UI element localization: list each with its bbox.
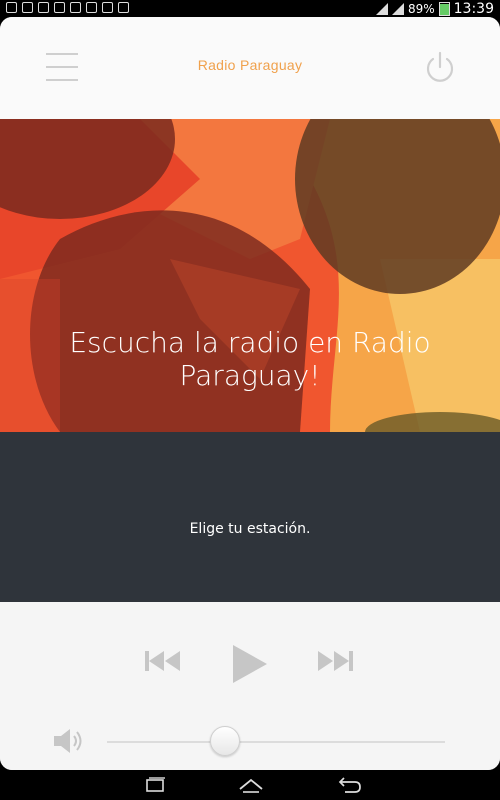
home-icon[interactable] <box>236 776 266 794</box>
battery-icon <box>438 1 450 16</box>
status-bar: 89% 13:39 <box>0 0 500 17</box>
back-icon[interactable] <box>333 776 363 794</box>
volume-slider-thumb[interactable] <box>210 726 241 756</box>
recent-apps-icon[interactable] <box>140 776 170 794</box>
youtube-icon <box>102 2 113 13</box>
usb-icon <box>22 2 33 13</box>
sd-card-icon <box>54 2 65 13</box>
battery-percent: 89% <box>407 1 435 16</box>
play-icon[interactable] <box>230 644 270 684</box>
usb-icon <box>6 2 17 13</box>
cell-signal-icon <box>391 2 404 15</box>
power-icon[interactable] <box>422 50 458 86</box>
volume-slider-track[interactable] <box>107 741 445 743</box>
notification-icons <box>6 2 129 13</box>
app-window: Radio Paraguay Escucha la radio en Radio… <box>0 17 500 770</box>
hero-headline: Escucha la radio en Radio Paraguay! <box>69 326 431 392</box>
skip-previous-icon[interactable] <box>144 650 182 672</box>
station-panel[interactable]: Elige tu estación. <box>0 432 500 602</box>
wifi-icon <box>38 2 49 13</box>
system-nav-bar <box>0 770 500 800</box>
bag-icon <box>118 2 129 13</box>
wifi-signal-icon <box>375 2 388 15</box>
speaker-icon[interactable] <box>52 727 86 755</box>
image-icon <box>86 2 97 13</box>
clock: 13:39 <box>453 0 494 17</box>
skip-next-icon[interactable] <box>316 650 354 672</box>
brush-icon <box>70 2 81 13</box>
player-controls <box>0 602 500 770</box>
choose-station-prompt: Elige tu estación. <box>189 521 311 537</box>
hero-banner: Escucha la radio en Radio Paraguay! <box>0 119 500 432</box>
app-header: Radio Paraguay <box>0 17 500 119</box>
